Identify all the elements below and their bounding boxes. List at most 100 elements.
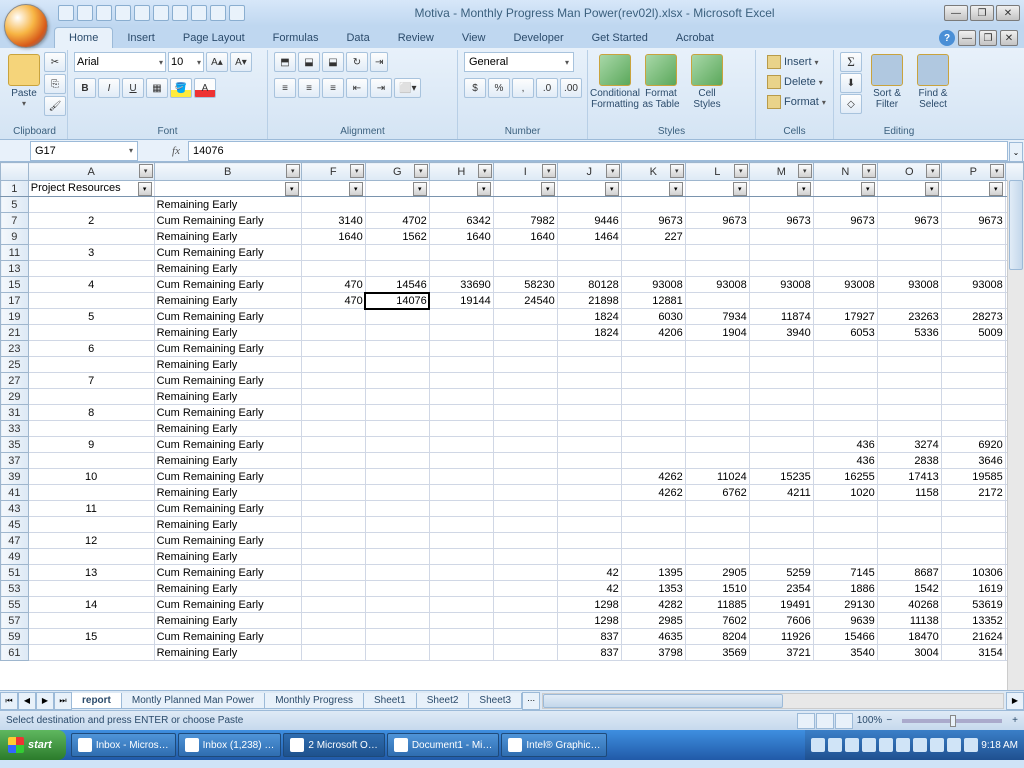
- cell[interactable]: [301, 405, 365, 421]
- cell[interactable]: 5336: [877, 325, 941, 341]
- cell[interactable]: [365, 453, 429, 469]
- cell[interactable]: [28, 357, 154, 373]
- cell[interactable]: [557, 197, 621, 213]
- row-header[interactable]: 15: [1, 277, 29, 293]
- cell[interactable]: 4262: [621, 469, 685, 485]
- first-sheet-icon[interactable]: ⏮: [0, 692, 18, 710]
- cell[interactable]: 4635: [621, 629, 685, 645]
- border-button[interactable]: ▦: [146, 78, 168, 98]
- cell[interactable]: 7145: [813, 565, 877, 581]
- cell[interactable]: [28, 389, 154, 405]
- cell[interactable]: [557, 517, 621, 533]
- cell[interactable]: Cum Remaining Early: [154, 437, 301, 453]
- increase-decimal-icon[interactable]: .0: [536, 78, 558, 98]
- taskbar-item[interactable]: 2 Microsoft O…: [283, 733, 384, 757]
- cell[interactable]: Cum Remaining Early: [154, 565, 301, 581]
- column-header-I[interactable]: I▾: [493, 163, 557, 181]
- cell[interactable]: [429, 533, 493, 549]
- cell[interactable]: [301, 469, 365, 485]
- print-preview-icon[interactable]: [115, 5, 131, 21]
- cell[interactable]: [557, 261, 621, 277]
- cell[interactable]: Remaining Early: [154, 421, 301, 437]
- column-header-J[interactable]: J▾: [557, 163, 621, 181]
- row-header[interactable]: 23: [1, 341, 29, 357]
- cell[interactable]: [429, 245, 493, 261]
- cell[interactable]: Cum Remaining Early: [154, 597, 301, 613]
- tab-home[interactable]: Home: [54, 27, 113, 48]
- cell[interactable]: [493, 501, 557, 517]
- cell[interactable]: [365, 309, 429, 325]
- cell[interactable]: [493, 565, 557, 581]
- cell[interactable]: [429, 565, 493, 581]
- system-tray[interactable]: 9:18 AM: [805, 730, 1024, 760]
- cell[interactable]: [493, 261, 557, 277]
- column-header-A[interactable]: A▾: [28, 163, 154, 181]
- cell[interactable]: [28, 581, 154, 597]
- cell[interactable]: [365, 341, 429, 357]
- cell[interactable]: [429, 389, 493, 405]
- clock[interactable]: 9:18 AM: [981, 740, 1018, 751]
- cell[interactable]: 2838: [877, 453, 941, 469]
- cell[interactable]: 16255: [813, 469, 877, 485]
- cell[interactable]: [429, 341, 493, 357]
- cell[interactable]: [685, 261, 749, 277]
- cell[interactable]: [429, 501, 493, 517]
- cell[interactable]: [813, 517, 877, 533]
- align-right-icon[interactable]: ≡: [322, 78, 344, 98]
- row-header[interactable]: 21: [1, 325, 29, 341]
- cell[interactable]: [749, 197, 813, 213]
- cell[interactable]: 53619: [941, 597, 1005, 613]
- qat-icon[interactable]: [153, 5, 169, 21]
- cell[interactable]: [301, 613, 365, 629]
- column-header-M[interactable]: M▾: [749, 163, 813, 181]
- cell[interactable]: [28, 613, 154, 629]
- cell[interactable]: [557, 453, 621, 469]
- cell[interactable]: 11926: [749, 629, 813, 645]
- row-header[interactable]: 7: [1, 213, 29, 229]
- cell[interactable]: [301, 565, 365, 581]
- cell[interactable]: [429, 261, 493, 277]
- cell[interactable]: 5259: [749, 565, 813, 581]
- cell[interactable]: [28, 645, 154, 661]
- cell[interactable]: [493, 421, 557, 437]
- cell[interactable]: 1640: [301, 229, 365, 245]
- row-header[interactable]: 13: [1, 261, 29, 277]
- cell[interactable]: Remaining Early: [154, 325, 301, 341]
- cell[interactable]: 24540: [493, 293, 557, 309]
- indent-dec-icon[interactable]: ⇤: [346, 78, 368, 98]
- sheet-tab-sheet2[interactable]: Sheet2: [416, 693, 470, 709]
- cell[interactable]: 837: [557, 645, 621, 661]
- cell[interactable]: 8: [28, 405, 154, 421]
- cell[interactable]: [749, 533, 813, 549]
- cell[interactable]: [301, 437, 365, 453]
- cell[interactable]: 14076: [365, 293, 429, 309]
- tray-icon[interactable]: [947, 738, 961, 752]
- cell[interactable]: [685, 437, 749, 453]
- cell[interactable]: [877, 357, 941, 373]
- tab-insert[interactable]: Insert: [113, 28, 169, 48]
- cell[interactable]: [621, 389, 685, 405]
- cell[interactable]: 33690: [429, 277, 493, 293]
- cell[interactable]: [685, 405, 749, 421]
- cell[interactable]: 2172: [941, 485, 1005, 501]
- cell[interactable]: 1904: [685, 325, 749, 341]
- cell[interactable]: 2985: [621, 613, 685, 629]
- cell[interactable]: [557, 245, 621, 261]
- cell[interactable]: [557, 341, 621, 357]
- cell[interactable]: [301, 517, 365, 533]
- cell[interactable]: [301, 373, 365, 389]
- cell[interactable]: 1562: [365, 229, 429, 245]
- cell[interactable]: [941, 245, 1005, 261]
- help-icon[interactable]: ?: [939, 30, 955, 46]
- cell[interactable]: 1353: [621, 581, 685, 597]
- cell[interactable]: [365, 325, 429, 341]
- sheet-tab-report[interactable]: report: [71, 693, 122, 709]
- cell[interactable]: 14546: [365, 277, 429, 293]
- cell[interactable]: Remaining Early: [154, 453, 301, 469]
- cell[interactable]: [941, 373, 1005, 389]
- cell[interactable]: [621, 261, 685, 277]
- cell[interactable]: [28, 517, 154, 533]
- cell[interactable]: ▾: [749, 181, 813, 197]
- cell[interactable]: 227: [621, 229, 685, 245]
- cell[interactable]: [365, 581, 429, 597]
